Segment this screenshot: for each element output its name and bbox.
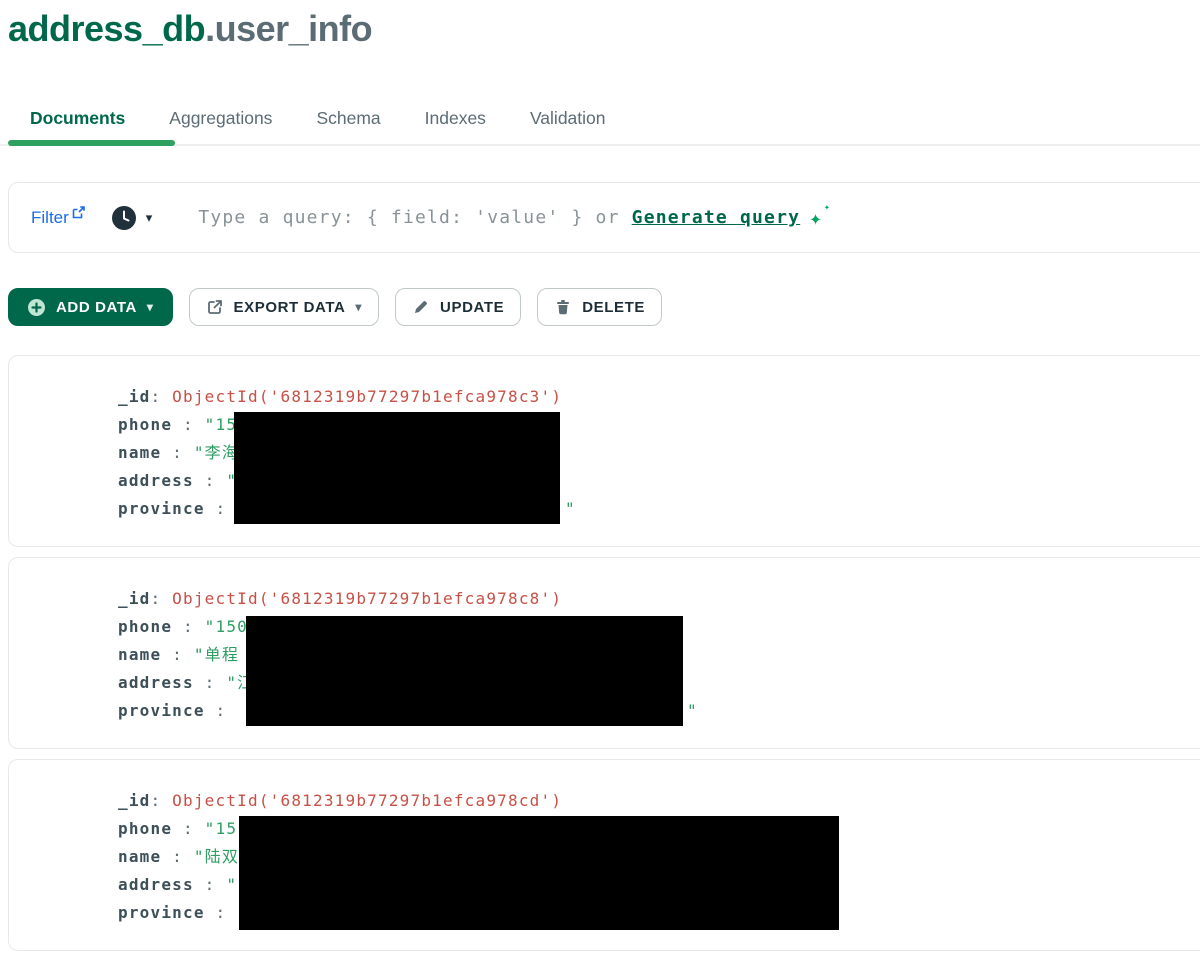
field-key: address (118, 673, 194, 692)
document-card-1[interactable]: _id: ObjectId('6812319b77297b1efca978c3'… (8, 355, 1200, 547)
field-value: "15 (205, 819, 238, 838)
trash-icon (554, 298, 572, 316)
redaction-box (239, 816, 839, 930)
active-tab-indicator (8, 140, 175, 146)
field-separator: : (194, 471, 227, 490)
collection-tabs: Documents Aggregations Schema Indexes Va… (8, 98, 1200, 147)
add-data-caret-icon: ▾ (147, 301, 154, 313)
delete-label: DELETE (582, 299, 645, 316)
field-separator: : (151, 791, 173, 810)
redaction-box (234, 412, 560, 524)
tab-aggregations[interactable]: Aggregations (147, 98, 294, 138)
field-separator: : (151, 589, 173, 608)
tab-validation-label: Validation (530, 108, 606, 129)
field-separator: : (161, 847, 194, 866)
filter-link[interactable]: Filter (31, 208, 85, 228)
documents-toolbar: ADD DATA ▾ EXPORT DATA ▾ UPDATE DELETE (8, 288, 662, 326)
namespace-separator: . (205, 8, 215, 49)
field-separator: : (205, 903, 238, 922)
field-key: name (118, 847, 161, 866)
page-title: address_db.user_info (8, 8, 372, 50)
tab-indexes[interactable]: Indexes (403, 98, 508, 138)
document-fields: _id: ObjectId('6812319b77297b1efca978c3'… (9, 356, 1200, 523)
address-closing-quote: " (687, 697, 698, 725)
field-separator: : (205, 701, 238, 720)
ai-sparkle-icon[interactable]: ✦✦ (809, 206, 822, 230)
field-value: "单程 (194, 645, 239, 664)
field-key: province (118, 903, 205, 922)
field-value: " (226, 875, 237, 894)
field-row-id: _id: ObjectId('6812319b77297b1efca978cd'… (118, 787, 1200, 815)
query-placeholder-or: or (596, 207, 632, 228)
field-key: province (118, 499, 205, 518)
tab-documents[interactable]: Documents (8, 98, 147, 138)
field-separator: : (161, 645, 194, 664)
field-key: phone (118, 819, 172, 838)
field-separator: : (172, 819, 205, 838)
address-closing-quote: " (565, 495, 576, 523)
field-separator: : (151, 387, 173, 406)
tab-aggregations-label: Aggregations (169, 108, 272, 129)
delete-button[interactable]: DELETE (537, 288, 662, 326)
plus-circle-icon (27, 298, 46, 317)
tab-validation[interactable]: Validation (508, 98, 628, 138)
field-key: name (118, 443, 161, 462)
field-key: _id (118, 589, 151, 608)
external-link-icon (72, 206, 85, 219)
field-key: address (118, 471, 194, 490)
generate-query-link[interactable]: Generate query (632, 207, 801, 228)
export-data-label: EXPORT DATA (234, 299, 346, 316)
field-key: province (118, 701, 205, 720)
document-card-2[interactable]: _id: ObjectId('6812319b77297b1efca978c8'… (8, 557, 1200, 749)
field-key: name (118, 645, 161, 664)
tab-documents-label: Documents (30, 108, 125, 129)
update-label: UPDATE (440, 299, 504, 316)
redaction-box (246, 616, 683, 726)
document-card-3[interactable]: _id: ObjectId('6812319b77297b1efca978cd'… (8, 759, 1200, 951)
query-bar: Filter ▾ Type a query: { field: 'value' … (8, 182, 1200, 253)
objectid-value: ObjectId('6812319b77297b1efca978cd') (172, 791, 562, 810)
add-data-label: ADD DATA (56, 299, 137, 316)
documents-list: _id: ObjectId('6812319b77297b1efca978c3'… (8, 355, 1200, 961)
tab-indexes-label: Indexes (425, 108, 486, 129)
field-separator: : (194, 875, 227, 894)
field-key: _id (118, 791, 151, 810)
field-row-id: _id: ObjectId('6812319b77297b1efca978c3'… (118, 383, 1200, 411)
field-key: address (118, 875, 194, 894)
pencil-icon (412, 298, 430, 316)
database-name: address_db (8, 8, 205, 49)
update-button[interactable]: UPDATE (395, 288, 521, 326)
field-row-id: _id: ObjectId('6812319b77297b1efca978c8'… (118, 585, 1200, 613)
export-data-button[interactable]: EXPORT DATA ▾ (189, 288, 380, 326)
field-value: "150 (205, 617, 248, 636)
add-data-button[interactable]: ADD DATA ▾ (8, 288, 173, 326)
tabs-divider (0, 144, 1200, 146)
field-separator: : (161, 443, 194, 462)
tab-schema[interactable]: Schema (294, 98, 402, 138)
query-input[interactable]: Type a query: { field: 'value' } or Gene… (198, 206, 822, 230)
export-icon (206, 298, 224, 316)
field-key: phone (118, 415, 172, 434)
query-placeholder: Type a query: { field: 'value' } (198, 207, 595, 228)
field-separator: : (205, 499, 238, 518)
field-value: "15 (205, 415, 238, 434)
tab-schema-label: Schema (316, 108, 380, 129)
export-data-caret-icon: ▾ (355, 301, 362, 313)
field-value: "陆双 (194, 847, 239, 866)
objectid-value: ObjectId('6812319b77297b1efca978c8') (172, 589, 562, 608)
history-caret-icon: ▾ (146, 211, 153, 224)
field-key: _id (118, 387, 151, 406)
field-key: phone (118, 617, 172, 636)
clock-icon (111, 205, 137, 231)
field-separator: : (194, 673, 227, 692)
objectid-value: ObjectId('6812319b77297b1efca978c3') (172, 387, 562, 406)
field-separator: : (172, 415, 205, 434)
filter-link-label: Filter (31, 208, 69, 228)
collection-name: user_info (215, 8, 373, 49)
field-value: "李海 (194, 443, 239, 462)
field-separator: : (172, 617, 205, 636)
query-history-button[interactable]: ▾ (111, 205, 153, 231)
